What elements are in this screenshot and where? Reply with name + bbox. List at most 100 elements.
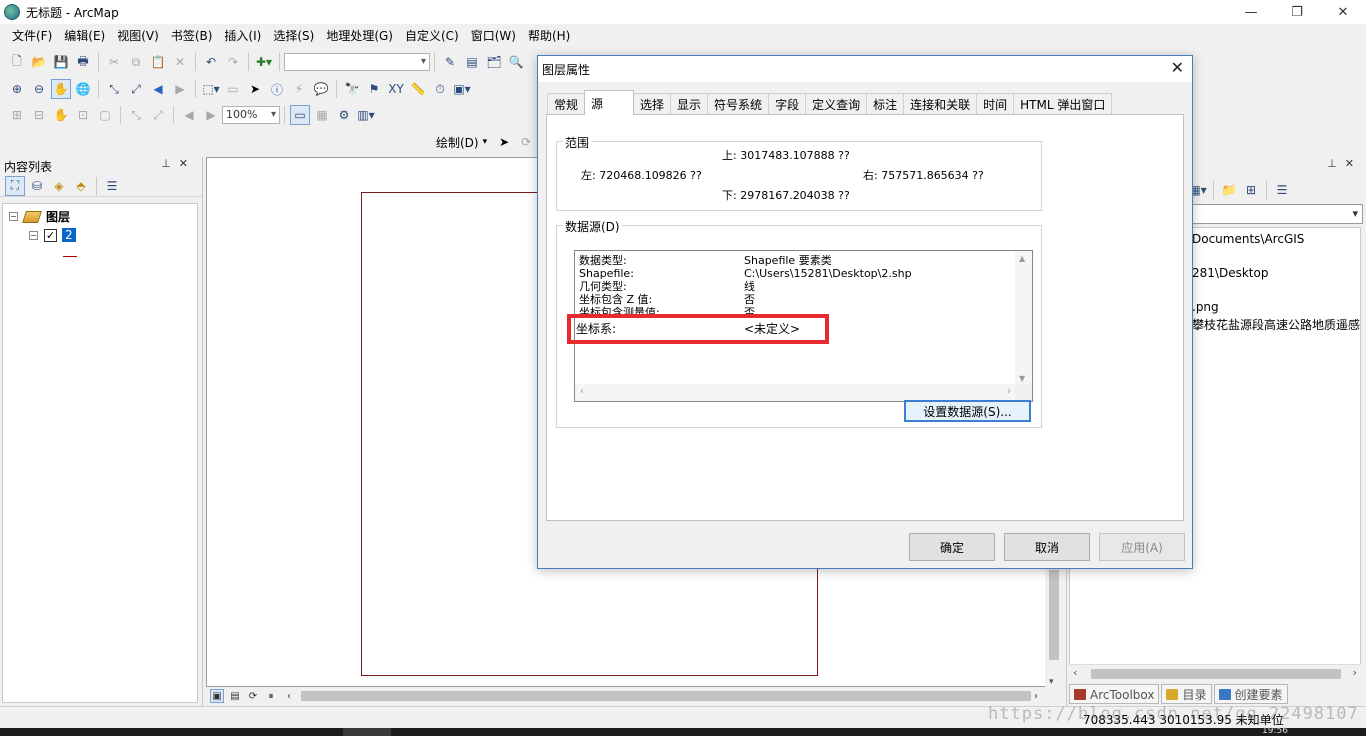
catalog-hscroll-thumb[interactable]	[1091, 669, 1341, 679]
catalog-panel-controls[interactable]: ⊥✕	[1327, 157, 1362, 170]
scroll-down-icon[interactable]: ▼	[1019, 374, 1025, 383]
layers-data-frame[interactable]: − 图层	[9, 208, 70, 225]
find-route-icon[interactable]: ⚑	[364, 79, 384, 99]
tab-time[interactable]: 时间	[976, 93, 1015, 115]
layout-view-icon[interactable]: ▣	[210, 689, 224, 703]
tab-fields[interactable]: 字段	[768, 93, 807, 115]
dialog-close-icon[interactable]: ✕	[1171, 58, 1184, 77]
menu-edit[interactable]: 编辑(E)	[58, 24, 111, 48]
menu-selection[interactable]: 选择(S)	[267, 24, 320, 48]
toc-options-icon[interactable]: ☰	[102, 176, 122, 196]
tab-arctoolbox[interactable]: ArcToolbox	[1069, 684, 1160, 704]
go-to-xy-icon[interactable]: XY	[386, 79, 406, 99]
full-extent-icon[interactable]: 🌐	[73, 79, 93, 99]
open-icon[interactable]: 📂	[29, 52, 49, 72]
add-data-icon[interactable]: ✚▾	[254, 52, 274, 72]
catalog-item[interactable]: .png	[1192, 300, 1219, 314]
menu-bookmarks[interactable]: 书签(B)	[165, 24, 219, 48]
catalog-item[interactable]: 281\Desktop	[1192, 266, 1268, 280]
info-hscrollbar[interactable]: ‹ ›	[575, 384, 1016, 401]
rotate-icon[interactable]: ⟳	[516, 132, 536, 152]
scroll-left-icon[interactable]: ‹	[282, 689, 296, 703]
delete-icon[interactable]: ✕	[170, 52, 190, 72]
clear-selection-icon[interactable]: ▭	[223, 79, 243, 99]
select-elements-icon[interactable]: ➤	[245, 79, 265, 99]
menu-windows[interactable]: 窗口(W)	[465, 24, 522, 48]
html-popup-icon[interactable]: 💬	[311, 79, 331, 99]
hyperlink-icon[interactable]: ⚡	[289, 79, 309, 99]
catalog-item[interactable]: 攀枝花盐源段高速公路地质遥感	[1192, 316, 1360, 333]
fixed-zoom-in-layout-icon[interactable]: ⤡	[126, 105, 146, 125]
scale-combo[interactable]	[284, 53, 430, 71]
undo-icon[interactable]: ↶	[201, 52, 221, 72]
paste-icon[interactable]: 📋	[148, 52, 168, 72]
select-elements-draw-icon[interactable]: ➤	[494, 132, 514, 152]
list-by-visibility-icon[interactable]: ◈	[49, 176, 69, 196]
map-vscroll-thumb[interactable]	[1049, 570, 1059, 660]
tab-source[interactable]: 源	[584, 90, 635, 115]
tab-symbology[interactable]: 符号系统	[707, 93, 770, 115]
map-hscroll-thumb[interactable]	[301, 691, 1031, 701]
list-by-drawing-order-icon[interactable]: ⛶	[5, 175, 25, 196]
table-of-contents-icon[interactable]: ▤	[462, 52, 482, 72]
tab-create-features[interactable]: 创建要素	[1213, 684, 1288, 704]
minimize-button[interactable]: —	[1228, 0, 1274, 24]
layer-name[interactable]: 2	[62, 228, 76, 242]
editor-toolbar-icon[interactable]: ✎	[440, 52, 460, 72]
collapse-icon[interactable]: −	[9, 212, 18, 221]
menu-help[interactable]: 帮助(H)	[522, 24, 576, 48]
identify-icon[interactable]: ⓘ	[267, 79, 287, 99]
measure-icon[interactable]: 📏	[408, 79, 428, 99]
redo-icon[interactable]: ↷	[223, 52, 243, 72]
scroll-right-icon[interactable]: ›	[1029, 689, 1043, 703]
refresh-icon[interactable]: ⟳	[246, 689, 260, 703]
new-document-icon[interactable]: 🗋	[7, 52, 27, 72]
tab-display[interactable]: 显示	[670, 93, 709, 115]
pan-icon[interactable]: ✋	[51, 79, 71, 99]
draw-dropdown-icon[interactable]: ▾	[483, 137, 488, 147]
zoom-100-icon[interactable]: ▢	[95, 105, 115, 125]
change-layout-icon[interactable]: ⚙	[334, 105, 354, 125]
cancel-button[interactable]: 取消	[1004, 533, 1090, 561]
cut-icon[interactable]: ✂	[104, 52, 124, 72]
layout-zoom-out-icon[interactable]: ⊟	[29, 105, 49, 125]
layout-pan-icon[interactable]: ✋	[51, 105, 71, 125]
connect-folder-icon[interactable]: 📁	[1219, 180, 1239, 200]
catalog-window-icon[interactable]: 🗂	[484, 52, 504, 72]
scroll-right-icon[interactable]: ›	[1353, 666, 1357, 679]
zoom-whole-page-icon[interactable]: ⊡	[73, 105, 93, 125]
ok-button[interactable]: 确定	[909, 533, 995, 561]
menu-customize[interactable]: 自定义(C)	[399, 24, 465, 48]
layout-zoom-combo[interactable]: 100%	[222, 106, 280, 124]
zoom-out-icon[interactable]: ⊖	[29, 79, 49, 99]
menu-view[interactable]: 视图(V)	[111, 24, 165, 48]
find-icon[interactable]: 🔭	[342, 79, 362, 99]
tab-joins-relates[interactable]: 连接和关联	[903, 93, 978, 115]
save-icon[interactable]: 💾	[51, 52, 71, 72]
forward-extent-icon[interactable]: ▶	[170, 79, 190, 99]
scroll-left-icon[interactable]: ‹	[1073, 666, 1077, 679]
zoom-in-icon[interactable]: ⊕	[7, 79, 27, 99]
list-by-selection-icon[interactable]: ⬘	[71, 176, 91, 196]
copy-icon[interactable]: ⧉	[126, 52, 146, 72]
info-vscrollbar[interactable]: ▲ ▼	[1015, 251, 1032, 386]
viewer-window-icon[interactable]: ▣▾	[452, 79, 472, 99]
time-slider-icon[interactable]: ⏱	[430, 79, 450, 99]
restore-button[interactable]: ❐	[1274, 0, 1320, 24]
tab-general[interactable]: 常规	[547, 93, 586, 115]
fixed-zoom-out-layout-icon[interactable]: ⤢	[148, 105, 168, 125]
catalog-item[interactable]: Documents\ArcGIS	[1192, 232, 1304, 246]
pause-drawing-icon[interactable]: ⏸	[264, 689, 278, 703]
toggle-draft-mode-icon[interactable]: ▭	[290, 105, 310, 125]
catalog-options-icon[interactable]: ☰	[1272, 180, 1292, 200]
layout-back-icon[interactable]: ◀	[179, 105, 199, 125]
set-data-source-button[interactable]: 设置数据源(S)...	[904, 400, 1031, 422]
toc-panel-controls[interactable]: ⊥✕	[161, 157, 196, 170]
collapse-icon[interactable]: −	[29, 230, 38, 240]
fixed-zoom-out-icon[interactable]: ⤢	[126, 79, 146, 99]
catalog-hscrollbar[interactable]: ‹ ›	[1069, 664, 1361, 682]
taskbar-active-app[interactable]	[343, 728, 391, 736]
data-view-icon[interactable]: ▤	[228, 689, 242, 703]
fixed-zoom-in-icon[interactable]: ⤡	[104, 79, 124, 99]
select-features-icon[interactable]: ⬚▾	[201, 79, 221, 99]
